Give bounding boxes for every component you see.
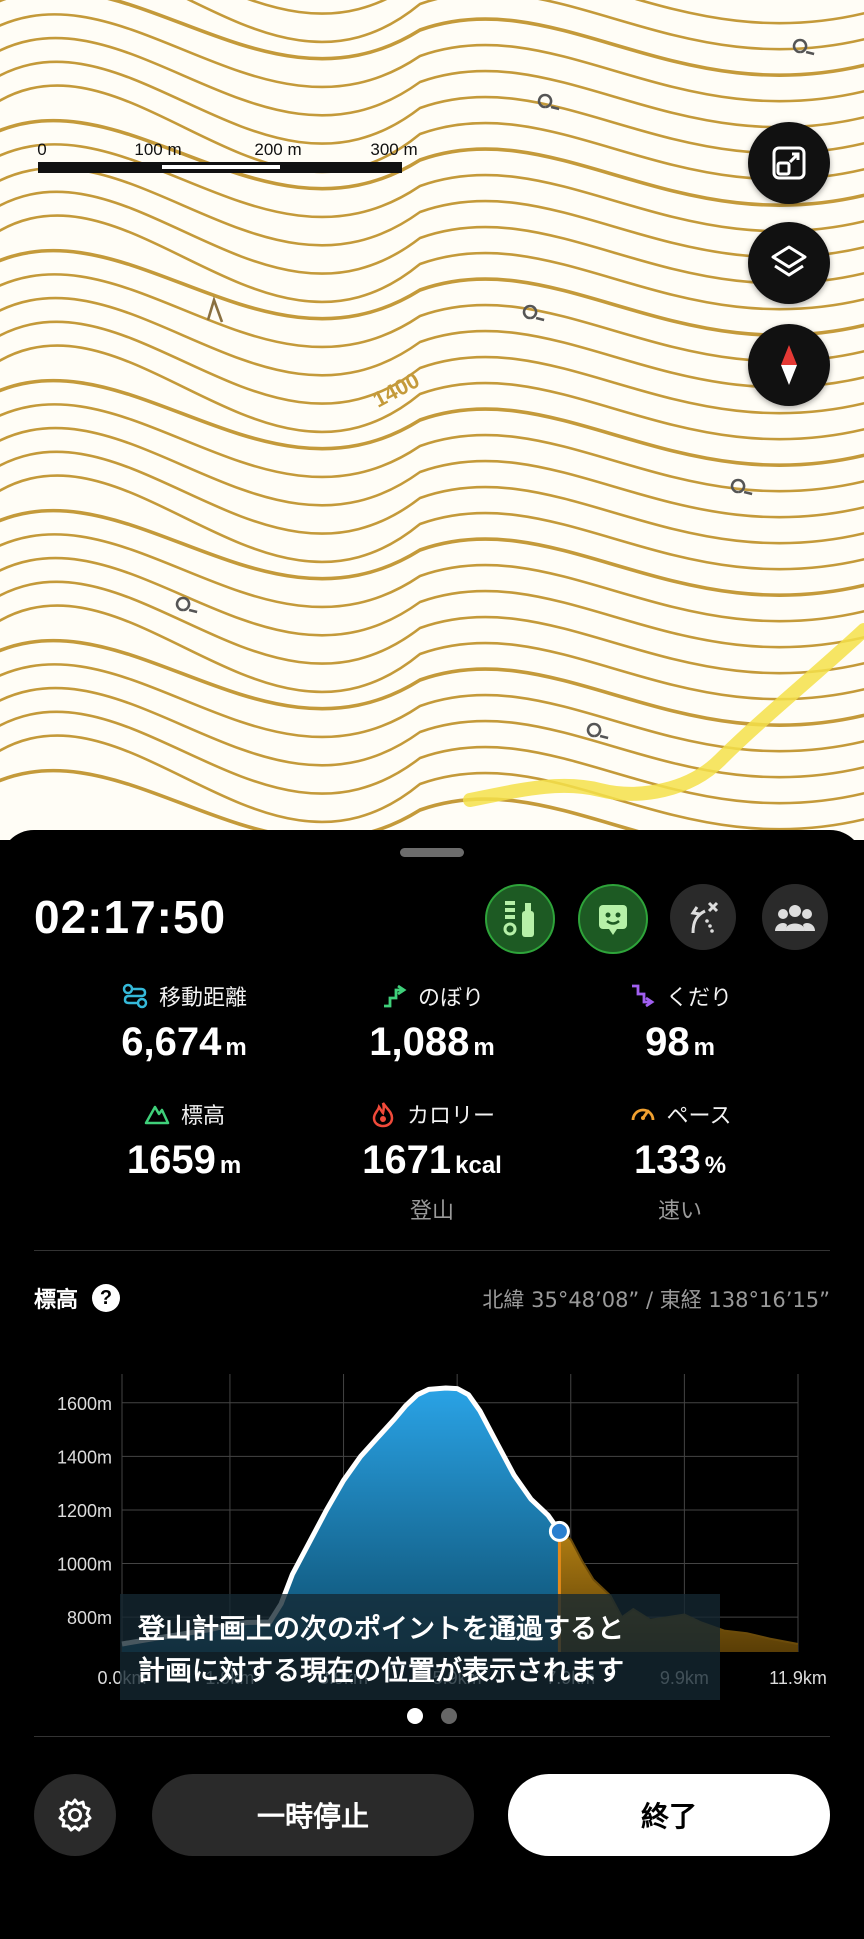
stat-altitude-unit: m: [219, 1152, 242, 1179]
gear-icon: [58, 1798, 92, 1832]
stat-distance-label: 移動距離: [158, 986, 247, 1011]
scale-tick-0: 0: [37, 140, 47, 159]
help-icon[interactable]: ?: [92, 1284, 121, 1312]
scale-tick-200: 200 m: [254, 140, 302, 159]
elevation-title: 標高: [34, 1288, 79, 1313]
stat-altitude-value: 1659: [126, 1138, 216, 1182]
route-plan-button[interactable]: [485, 884, 555, 954]
distance-icon: [122, 983, 148, 1009]
scale-bar: 0 100 m 200 m 300 m: [37, 140, 418, 176]
y-tick-label: 800m: [67, 1608, 112, 1628]
shrine-mark: [730, 478, 753, 496]
elevation-header: 標高 ?: [34, 1282, 121, 1314]
scale-tick-300: 300 m: [370, 140, 418, 159]
checkin-button[interactable]: [578, 884, 648, 954]
y-tick-label: 1200m: [57, 1501, 112, 1521]
settings-button[interactable]: [34, 1774, 116, 1856]
expand-icon: [772, 146, 806, 180]
activity-sheet: 02:17:50 移動距離 6,674 m のぼり 1,088 m くだり 98…: [0, 830, 864, 1939]
group-button[interactable]: [762, 884, 828, 950]
stat-ascent-value: 1,088: [369, 1020, 470, 1064]
contour-line: [0, 190, 864, 285]
stat-descent-label: くだり: [665, 986, 732, 1011]
page-dot-2[interactable]: [441, 1708, 457, 1724]
stat-calorie-unit: kcal: [455, 1152, 502, 1179]
stat-ascent-label: のぼり: [417, 986, 484, 1011]
route-plan-icon: [503, 901, 534, 937]
stat-calorie: カロリー 1671 kcal 登山: [312, 1098, 552, 1225]
stat-distance-value: 6,674: [121, 1020, 222, 1064]
stat-distance-unit: m: [225, 1034, 247, 1061]
topographic-map[interactable]: 1400 0 100 m 200 m 300 m: [0, 0, 864, 840]
ascent-icon: [383, 984, 407, 1008]
stat-distance: 移動距離 6,674 m: [64, 980, 304, 1065]
page-indicator: [0, 1708, 864, 1724]
stat-pace-unit: %: [704, 1152, 727, 1179]
contour-lines: 1400: [0, 0, 864, 840]
route-off-button[interactable]: [670, 884, 736, 950]
contour-line: [0, 508, 864, 597]
stat-pace-sub: 速い: [657, 1199, 702, 1224]
peak-symbol: [206, 295, 224, 323]
stat-altitude-label: 標高: [180, 1104, 225, 1129]
fullscreen-button[interactable]: [748, 122, 830, 204]
contour-line: [0, 638, 864, 727]
flame-icon: [372, 1102, 394, 1128]
sheet-handle[interactable]: [400, 848, 464, 857]
contour-line: [0, 580, 864, 675]
y-tick-label: 1400m: [57, 1447, 112, 1467]
stat-calorie-sub: 登山: [409, 1199, 454, 1224]
checkin-icon: [599, 905, 627, 935]
route-off-icon: [690, 901, 719, 934]
contour-line: [0, 450, 864, 545]
stat-pace-label: ペース: [666, 1104, 732, 1129]
page-dot-1[interactable]: [407, 1708, 423, 1724]
shrine-mark: [522, 304, 545, 322]
scale-tick-100: 100 m: [134, 140, 182, 159]
contour-line: [0, 320, 864, 415]
pause-button[interactable]: 一時停止: [152, 1774, 474, 1856]
divider: [34, 1736, 830, 1737]
compass-button[interactable]: [748, 324, 830, 406]
end-button[interactable]: 終了: [508, 1774, 830, 1856]
compass-icon: [781, 345, 797, 385]
speedometer-icon: [631, 1108, 654, 1121]
route-track: [463, 623, 864, 807]
hint-line-2: 計画に対する現在の位置が表示されます: [138, 1655, 624, 1687]
stat-pace-value: 133: [633, 1138, 701, 1182]
contour-line: [0, 0, 864, 77]
contour-line: [0, 710, 864, 805]
mountain-icon: [144, 1105, 170, 1125]
scale-bar-segment: [162, 165, 280, 169]
shrine-mark: [586, 722, 609, 740]
stat-calorie-label: カロリー: [406, 1104, 495, 1129]
group-icon: [775, 905, 815, 931]
stat-ascent: のぼり 1,088 m: [312, 980, 552, 1065]
coordinates: 北緯 35°48’08” / 東経 138°16’15”: [482, 1288, 830, 1312]
y-tick-label: 1000m: [57, 1555, 112, 1575]
descent-icon: [631, 984, 655, 1008]
hint-line-1: 登山計画上の次のポイントを通過すると: [137, 1613, 624, 1645]
elapsed-timer: 02:17:50: [34, 891, 227, 943]
stat-calorie-value: 1671: [362, 1138, 452, 1182]
contour-label: 1400: [369, 367, 424, 412]
current-position-marker: [548, 1520, 570, 1542]
layers-icon: [771, 245, 807, 277]
x-tick-label: 11.9km: [769, 1668, 827, 1688]
stat-altitude: 標高 1659 m: [64, 1098, 304, 1183]
stat-pace: ペース 133% 速い: [560, 1098, 800, 1225]
elevation-chart[interactable]: 1600m1400m1200m1000m800m0.0km1.9km3.9km5…: [0, 1340, 864, 1700]
y-tick-label: 1600m: [57, 1394, 112, 1414]
contour-line: [0, 248, 864, 337]
stat-descent: くだり 98 m: [560, 980, 800, 1065]
divider: [34, 1250, 830, 1251]
stat-ascent-unit: m: [473, 1034, 495, 1061]
layers-button[interactable]: [748, 222, 830, 304]
stat-descent-unit: m: [693, 1034, 715, 1061]
contour-line: [0, 378, 864, 467]
stat-descent-value: 98: [645, 1020, 690, 1064]
